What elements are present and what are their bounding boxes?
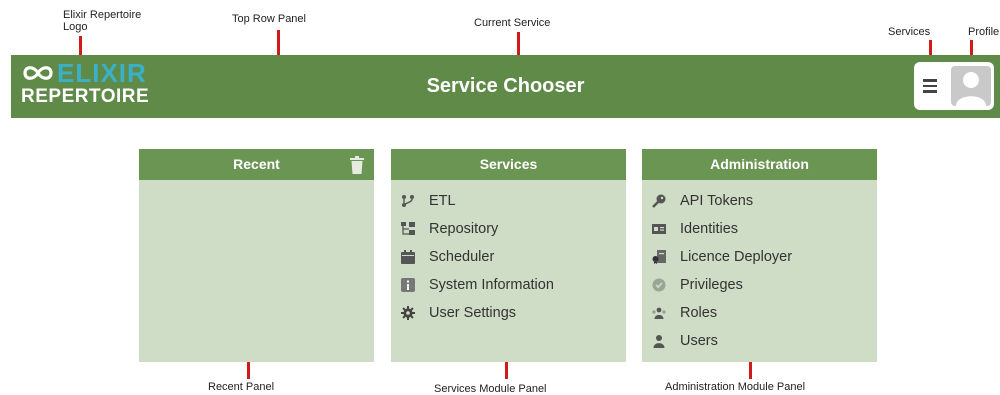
user-silhouette-icon	[956, 72, 986, 106]
administration-panel-header: Administration	[642, 149, 877, 180]
callout-administration-module-panel: Administration Module Panel	[665, 381, 806, 393]
callout-services-module-panel: Services Module Panel	[434, 383, 547, 395]
administration-module-panel: Administration API Tokens Identities Lic…	[642, 149, 877, 362]
admin-item-label: Roles	[680, 305, 718, 321]
callout-logo: Elixir Repertoire Logo	[63, 9, 142, 33]
hamburger-icon	[923, 90, 937, 93]
admin-item-users[interactable]: Users	[642, 327, 877, 355]
service-item-label: System Information	[429, 277, 554, 293]
etl-icon	[402, 195, 414, 207]
callout-recent-panel: Recent Panel	[208, 381, 275, 393]
service-item-label: Repository	[429, 221, 499, 237]
callout-top-row-marker	[277, 30, 280, 55]
hamburger-icon	[923, 84, 937, 87]
current-service-title: Service Chooser	[426, 75, 585, 97]
service-item-repository[interactable]: Repository	[391, 215, 626, 243]
admin-item-label: Licence Deployer	[680, 249, 793, 265]
service-item-scheduler[interactable]: Scheduler	[391, 243, 626, 271]
infinity-logo-icon	[23, 66, 53, 80]
service-item-etl[interactable]: ETL	[391, 187, 626, 215]
service-item-label: User Settings	[429, 305, 517, 321]
key-icon	[652, 194, 666, 208]
admin-item-licence-deployer[interactable]: Licence Deployer	[642, 243, 877, 271]
administration-panel-title: Administration	[710, 156, 809, 172]
admin-item-label: Users	[680, 333, 718, 349]
trash-icon[interactable]	[350, 156, 364, 174]
elixir-repertoire-logo[interactable]: ELIXIR REPERTOIRE	[21, 60, 149, 108]
hamburger-icon	[923, 79, 937, 82]
callout-profile: Profile	[968, 26, 1000, 38]
gear-icon	[401, 306, 415, 320]
shield-icon	[652, 278, 666, 292]
service-item-user-settings[interactable]: User Settings	[391, 299, 626, 327]
recent-panel-title: Recent	[233, 156, 280, 172]
admin-item-privileges[interactable]: Privileges	[642, 271, 877, 299]
service-item-system-information[interactable]: System Information	[391, 271, 626, 299]
logo-repertoire-text: REPERTOIRE	[21, 86, 150, 107]
services-menu-button[interactable]	[920, 76, 940, 96]
repository-icon	[401, 222, 415, 235]
calendar-icon	[401, 250, 415, 264]
logo-elixir-text: ELIXIR	[57, 58, 147, 88]
user-icon	[653, 335, 665, 348]
licence-icon	[652, 250, 666, 264]
callout-top-row: Top Row Panel	[232, 13, 306, 25]
services-module-panel: Services ETL Repository Scheduler System…	[391, 149, 626, 362]
callout-logo-marker	[79, 36, 82, 55]
services-panel-title: Services	[479, 156, 538, 172]
top-row-panel: ELIXIR REPERTOIRE Service Chooser	[11, 55, 1000, 118]
admin-item-identities[interactable]: Identities	[642, 215, 877, 243]
admin-item-roles[interactable]: Roles	[642, 299, 877, 327]
admin-item-label: Privileges	[680, 277, 743, 293]
id-card-icon	[652, 224, 666, 234]
services-list: ETL Repository Scheduler System Informat…	[391, 187, 626, 327]
admin-item-label: API Tokens	[680, 193, 754, 209]
profile-avatar[interactable]	[951, 66, 991, 106]
administration-list: API Tokens Identities Licence Deployer P…	[642, 187, 877, 355]
service-item-label: ETL	[429, 193, 456, 209]
top-right-controls	[914, 62, 994, 110]
recent-panel: Recent	[139, 149, 374, 362]
service-item-label: Scheduler	[429, 249, 495, 265]
info-icon	[401, 278, 415, 292]
group-icon	[652, 307, 666, 319]
callout-services: Services	[888, 26, 931, 38]
callout-admin-panel-marker	[749, 362, 752, 379]
services-panel-header: Services	[391, 149, 626, 180]
callout-recent-marker	[247, 362, 250, 379]
callout-current-service: Current Service	[474, 17, 551, 29]
callout-services-panel-marker	[505, 362, 508, 379]
recent-panel-header: Recent	[139, 149, 374, 180]
admin-item-label: Identities	[680, 221, 739, 237]
admin-item-api-tokens[interactable]: API Tokens	[642, 187, 877, 215]
